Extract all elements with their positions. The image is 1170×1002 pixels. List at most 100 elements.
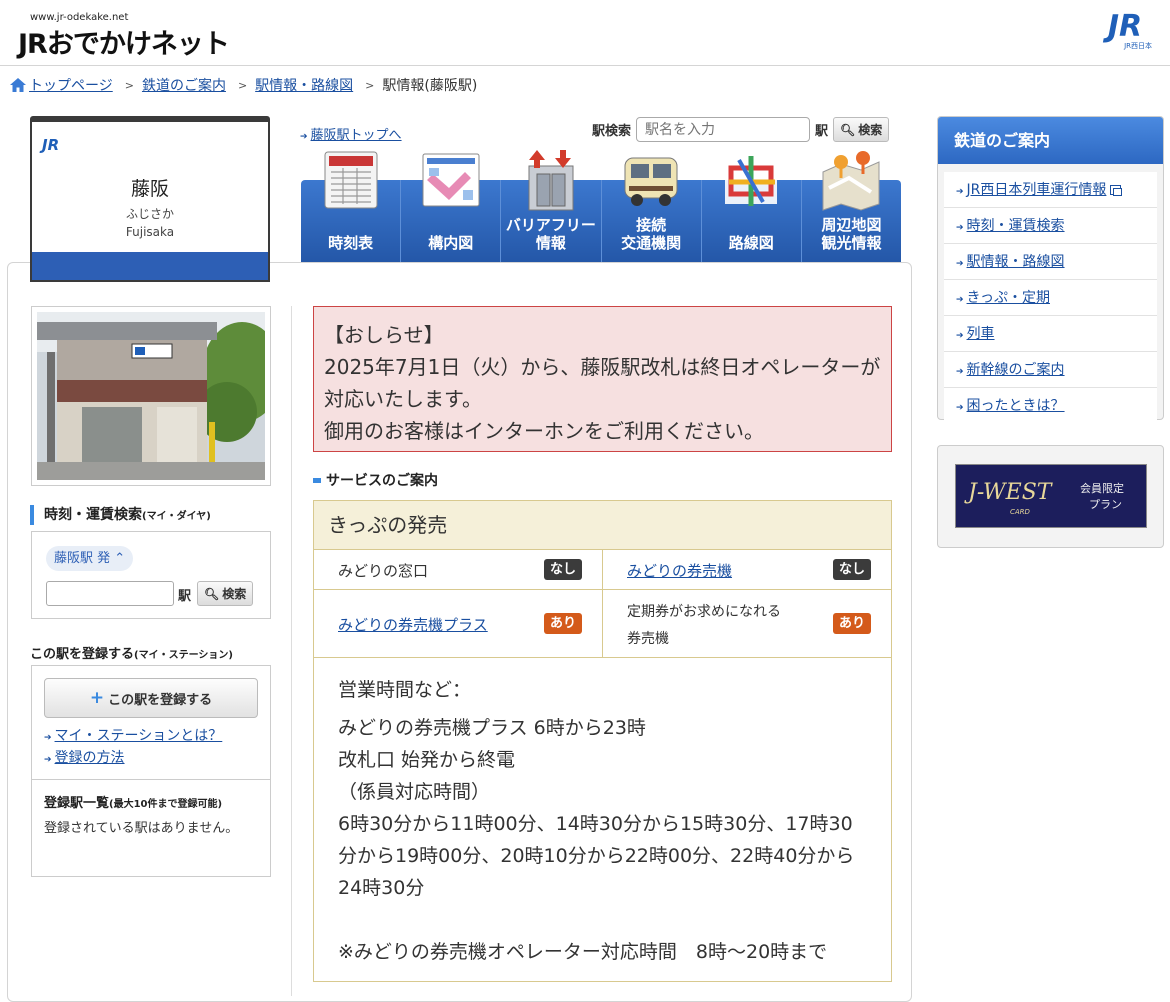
fare-search-box: 藤阪駅 発 ⌃ 駅 🔍︎ 検索 <box>31 531 271 619</box>
nav-route-map-label: 路線図 <box>728 234 774 252</box>
jr-west-logo[interactable]: JR JR西日本 <box>1098 12 1152 54</box>
fare-search-button[interactable]: 🔍︎ 検索 <box>197 581 254 606</box>
nav-connections[interactable]: 接続 交通機関 <box>602 157 702 262</box>
from-station-label: 藤阪駅 発 <box>54 551 111 566</box>
fare-search-subtitle: (マイ・ダイヤ) <box>142 511 211 522</box>
station-top-link-wrap: ➔ 藤阪駅トップへ <box>300 124 402 143</box>
search-icon: 🔍︎ <box>204 586 220 601</box>
nav-area-map[interactable]: 周辺地図 観光情報 <box>802 151 901 262</box>
jwest-promo: 会員限定 プラン <box>1080 481 1124 513</box>
registered-list-title-text: 登録駅一覧 <box>44 796 110 811</box>
nav-route-map[interactable]: 路線図 <box>702 156 802 262</box>
nav-floor-map[interactable]: 構内図 <box>401 153 502 262</box>
chevron-right-icon: ➔ <box>956 223 964 233</box>
chevron-right-icon: ➔ <box>44 733 52 743</box>
rail-item-label[interactable]: 列車 <box>967 326 995 342</box>
railway-guide-menu: 鉄道のご案内 ➔ JR西日本列車運行情報 ➔ 時刻・運賃検索 ➔ 駅情報・路線図 ➔ き… <box>937 116 1164 424</box>
register-howto-link[interactable]: 登録の方法 <box>55 750 125 766</box>
station-nav: 時刻表 構内図 バリアフリー 情報 接続 交通機関 路線図 周辺地図 観光情報 <box>301 150 901 262</box>
chevron-right-icon: ➔ <box>300 132 308 142</box>
station-building-image <box>37 312 265 480</box>
rail-item-label[interactable]: 時刻・運賃検索 <box>967 218 1065 234</box>
site-logo[interactable]: JRおでかけネット <box>18 22 230 61</box>
station-card-bar <box>32 252 268 280</box>
nav-timetable-label: 時刻表 <box>328 234 374 252</box>
station-search-button[interactable]: 🔍︎ 検索 <box>833 117 890 142</box>
notice-box: 【おしらせ】 2025年7月1日（火）から、藤阪駅改札は終日オペレーターが対応い… <box>313 306 892 452</box>
nav-barrier-free[interactable]: バリアフリー 情報 <box>501 150 602 262</box>
fare-search-title: 時刻・運賃検索(マイ・ダイヤ) <box>30 505 211 525</box>
notice-title: 【おしらせ】 <box>324 323 444 347</box>
rail-item-help[interactable]: ➔ 困ったときは？ <box>944 388 1157 424</box>
ticket-cell-midori-plus: みどりの券売機プラス あり <box>314 590 603 657</box>
station-roman: Fujisaka <box>125 225 175 239</box>
hours-line: みどりの券売機プラス 6時から23時 <box>338 717 646 739</box>
services-title: サービスのご案内 <box>313 470 438 490</box>
chevron-right-icon: ➔ <box>44 755 52 765</box>
divider <box>32 779 270 780</box>
breadcrumb-railway[interactable]: 鉄道のご案内 <box>142 75 226 95</box>
nav-connections-label: 接続 交通機関 <box>621 216 682 252</box>
rail-item-shinkansen[interactable]: ➔ 新幹線のご案内 <box>944 352 1157 388</box>
floor-map-icon <box>422 153 480 207</box>
destination-input[interactable] <box>46 581 174 606</box>
station-top-link[interactable]: 藤阪駅トップへ <box>311 128 402 143</box>
site-header: www.jr-odekake.net JRおでかけネット JR JR西日本 <box>0 0 1170 66</box>
breadcrumb-current: 駅情報(藤阪駅) <box>382 78 478 94</box>
midori-machine-link[interactable]: みどりの券売機 <box>627 560 732 581</box>
breadcrumb-separator: > <box>124 78 134 92</box>
status-badge: あり <box>832 613 871 634</box>
station-search-input[interactable] <box>636 117 811 142</box>
breadcrumb-separator: > <box>237 78 248 92</box>
registered-list-empty: 登録されている駅はありません。 <box>44 821 239 836</box>
my-station-about-link[interactable]: マイ・ステーションとは？ <box>55 728 223 744</box>
breadcrumb-top[interactable]: トップページ <box>29 75 113 95</box>
station-kana: ふじさか <box>125 207 174 221</box>
ticket-cell-commuter-pass-machine: 定期券がお求めになれる 券売機 あり <box>603 590 891 657</box>
hours-heading: 営業時間など： <box>338 679 472 701</box>
search-icon: 🔍︎ <box>840 122 856 137</box>
register-subtitle: (マイ・ステーション) <box>134 650 233 661</box>
rail-item-timetable-fare[interactable]: ➔ 時刻・運賃検索 <box>944 208 1157 244</box>
ticket-cell-midori-window: みどりの窓口 なし <box>314 550 603 589</box>
nav-area-map-label: 周辺地図 観光情報 <box>821 216 882 252</box>
rail-item-tickets[interactable]: ➔ きっぷ・定期 <box>944 280 1157 316</box>
timetable-icon <box>324 151 378 209</box>
column-divider <box>291 306 292 996</box>
register-howto-wrap: ➔ 登録の方法 <box>44 747 125 767</box>
rail-item-label[interactable]: きっぷ・定期 <box>967 290 1050 306</box>
rail-item-label[interactable]: 困ったときは？ <box>967 398 1065 414</box>
status-badge: なし <box>543 559 582 580</box>
station-search: 駅検索 駅 🔍︎検索 <box>592 117 890 142</box>
hours-spacer <box>338 904 867 936</box>
nav-barrier-free-label: バリアフリー 情報 <box>505 216 596 252</box>
register-station-button[interactable]: + この駅を登録する <box>44 678 258 718</box>
station-photo <box>31 306 271 486</box>
station-search-label: 駅検索 <box>592 124 632 139</box>
rail-item-label[interactable]: 駅情報・路線図 <box>967 254 1065 270</box>
ticket-sales-box: きっぷの発売 みどりの窓口 なし みどりの券売機 なし みどりの券売機プラス あ… <box>313 500 892 982</box>
midori-plus-link[interactable]: みどりの券売機プラス <box>338 614 488 635</box>
station-search-suffix: 駅 <box>815 124 829 139</box>
rail-item-operation-info[interactable]: ➔ JR西日本列車運行情報 <box>944 172 1157 208</box>
station-search-button-label: 検索 <box>858 123 883 137</box>
breadcrumb-station-info[interactable]: 駅情報・路線図 <box>255 75 353 95</box>
rail-item-trains[interactable]: ➔ 列車 <box>944 316 1157 352</box>
nav-timetable[interactable]: 時刻表 <box>301 151 402 262</box>
plus-icon: + <box>89 688 105 708</box>
midori-window-label: みどりの窓口 <box>338 562 429 580</box>
jwest-promo-line: プラン <box>1089 498 1122 511</box>
home-icon <box>10 78 26 92</box>
rail-item-label[interactable]: JR西日本列車運行情報 <box>967 182 1107 198</box>
destination-suffix: 駅 <box>178 589 192 604</box>
rail-item-label[interactable]: 新幹線のご案内 <box>967 362 1065 378</box>
rail-item-station-info[interactable]: ➔ 駅情報・路線図 <box>944 244 1157 280</box>
station-name-card: JR 藤阪 ふじさか Fujisaka <box>30 116 270 282</box>
fare-search-button-label: 検索 <box>222 587 247 601</box>
jwest-logo: J-WEST <box>968 480 1052 505</box>
breadcrumb-separator: > <box>365 78 375 92</box>
jwest-card-label: CARD <box>1010 508 1030 516</box>
route-map-icon <box>725 156 778 206</box>
from-station-select[interactable]: 藤阪駅 発 ⌃ <box>46 546 134 571</box>
jwest-banner[interactable]: J-WEST CARD 会員限定 プラン <box>955 464 1147 528</box>
